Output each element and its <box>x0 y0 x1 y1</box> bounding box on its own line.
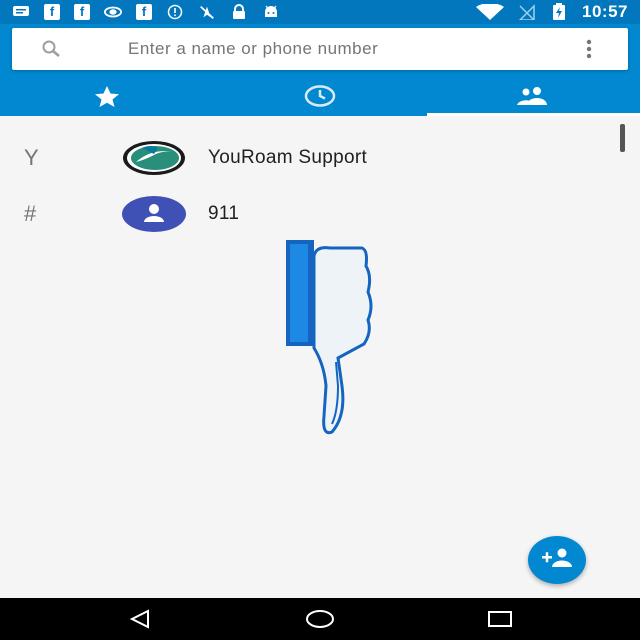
tab-recents[interactable] <box>213 80 426 116</box>
tab-favorites[interactable] <box>0 80 213 116</box>
nvidia-icon <box>104 4 122 20</box>
home-button[interactable] <box>300 606 340 632</box>
facebook-icon: f <box>136 4 152 20</box>
clock-time: 10:57 <box>582 2 628 21</box>
star-icon <box>92 85 122 112</box>
wifi-icon <box>476 4 505 20</box>
status-system: 10:57 <box>476 2 628 22</box>
thumbs-down-icon <box>280 236 380 436</box>
facebook-icon: f <box>44 4 60 20</box>
list-item[interactable]: Y YouRoam Support <box>0 130 640 186</box>
system-nav-bar <box>0 598 640 640</box>
search-icon <box>38 39 66 59</box>
more-vert-icon[interactable] <box>586 39 592 59</box>
search-input[interactable]: Enter a name or phone number <box>128 28 378 70</box>
add-contact-icon <box>540 548 574 573</box>
people-icon <box>515 86 551 111</box>
youroam-logo-icon <box>122 140 186 176</box>
search-bar[interactable]: Enter a name or phone number <box>12 28 628 70</box>
lock-icon <box>230 4 248 20</box>
recents-button[interactable] <box>480 606 520 632</box>
message-icon <box>12 4 30 20</box>
status-bar: f f f 10:57 <box>0 0 640 24</box>
overview-icon <box>488 611 512 627</box>
tab-bar <box>0 80 640 116</box>
tab-contacts[interactable] <box>426 80 640 116</box>
android-icon <box>262 4 280 20</box>
add-contact-button[interactable] <box>528 536 586 584</box>
contact-name: YouRoam Support <box>208 147 368 168</box>
battery-charging-icon <box>550 3 568 20</box>
no-location-icon <box>198 4 216 20</box>
section-header: # <box>24 201 37 226</box>
section-header: Y <box>24 145 39 170</box>
list-item[interactable]: # 911 <box>0 186 640 242</box>
person-icon <box>122 196 186 232</box>
info-icon <box>166 4 184 20</box>
facebook-icon: f <box>74 4 90 20</box>
clock-icon <box>303 84 337 112</box>
no-signal-icon <box>518 4 536 20</box>
back-icon <box>129 609 149 629</box>
status-notifications: f f f <box>12 4 280 20</box>
contact-name: 911 <box>208 203 240 224</box>
back-button[interactable] <box>120 606 160 632</box>
app-header: Enter a name or phone number <box>0 24 640 116</box>
home-icon <box>306 610 334 628</box>
